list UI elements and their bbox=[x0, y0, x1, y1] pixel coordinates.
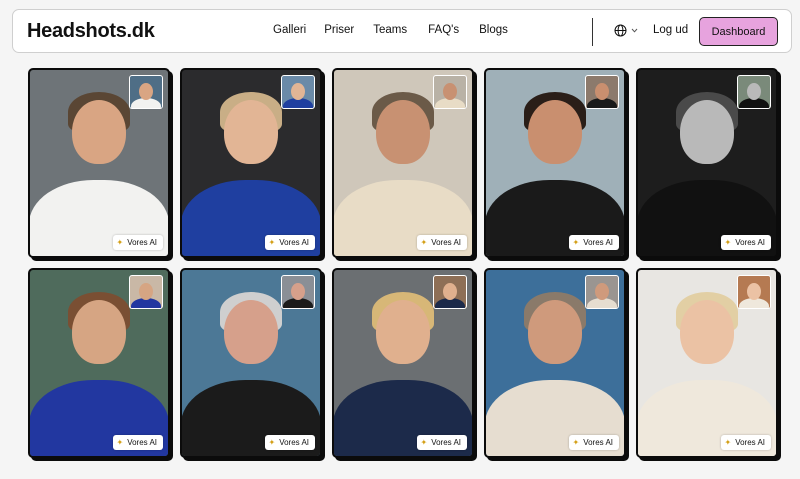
ai-badge: ✦ Vores AI bbox=[568, 435, 619, 450]
portrait-face bbox=[224, 300, 278, 364]
headshot-card[interactable]: ✦ Vores AI bbox=[28, 68, 170, 258]
sparkle-icon: ✦ bbox=[116, 437, 124, 447]
portrait-face bbox=[528, 300, 582, 364]
thumbnail-face bbox=[595, 83, 609, 100]
headshot-gallery: ✦ Vores AI ✦ Vores AI ✦ Vores AI ✦ Vores AI ✦ Vor… bbox=[0, 0, 800, 479]
thumbnail-face bbox=[747, 83, 761, 100]
portrait-face bbox=[72, 100, 126, 164]
ai-badge-label: Vores AI bbox=[431, 438, 461, 447]
ai-badge: ✦ Vores AI bbox=[720, 235, 771, 250]
headshot-card[interactable]: ✦ Vores AI bbox=[180, 268, 322, 458]
original-photo-thumbnail bbox=[433, 75, 467, 109]
ai-badge: ✦ Vores AI bbox=[416, 235, 467, 250]
ai-badge-label: Vores AI bbox=[279, 238, 309, 247]
original-photo-thumbnail bbox=[585, 275, 619, 309]
original-photo-thumbnail bbox=[129, 275, 163, 309]
portrait-face bbox=[224, 100, 278, 164]
ai-badge-label: Vores AI bbox=[583, 438, 613, 447]
ai-badge: ✦ Vores AI bbox=[568, 235, 619, 250]
portrait-face bbox=[680, 100, 734, 164]
sparkle-icon: ✦ bbox=[572, 237, 580, 247]
headshot-card[interactable]: ✦ Vores AI bbox=[28, 268, 170, 458]
headshot-card[interactable]: ✦ Vores AI bbox=[332, 68, 474, 258]
thumbnail-face bbox=[291, 283, 305, 300]
thumbnail-face bbox=[747, 283, 761, 300]
original-photo-thumbnail bbox=[281, 75, 315, 109]
original-photo-thumbnail bbox=[433, 275, 467, 309]
ai-badge: ✦ Vores AI bbox=[264, 235, 315, 250]
portrait-face bbox=[376, 300, 430, 364]
ai-badge: ✦ Vores AI bbox=[720, 435, 771, 450]
original-photo-thumbnail bbox=[129, 75, 163, 109]
headshot-card[interactable]: ✦ Vores AI bbox=[636, 68, 778, 258]
sparkle-icon: ✦ bbox=[268, 437, 276, 447]
sparkle-icon: ✦ bbox=[116, 237, 124, 247]
portrait-face bbox=[528, 100, 582, 164]
ai-badge: ✦ Vores AI bbox=[112, 435, 163, 450]
ai-badge-label: Vores AI bbox=[431, 238, 461, 247]
portrait-face bbox=[376, 100, 430, 164]
ai-badge-label: Vores AI bbox=[127, 438, 157, 447]
headshot-card[interactable]: ✦ Vores AI bbox=[484, 68, 626, 258]
sparkle-icon: ✦ bbox=[572, 437, 580, 447]
original-photo-thumbnail bbox=[737, 275, 771, 309]
original-photo-thumbnail bbox=[737, 75, 771, 109]
thumbnail-face bbox=[139, 283, 153, 300]
sparkle-icon: ✦ bbox=[724, 437, 732, 447]
ai-badge: ✦ Vores AI bbox=[416, 435, 467, 450]
headshot-card[interactable]: ✦ Vores AI bbox=[332, 268, 474, 458]
portrait-face bbox=[72, 300, 126, 364]
headshot-card[interactable]: ✦ Vores AI bbox=[636, 268, 778, 458]
ai-badge-label: Vores AI bbox=[279, 438, 309, 447]
sparkle-icon: ✦ bbox=[724, 237, 732, 247]
thumbnail-face bbox=[291, 83, 305, 100]
thumbnail-face bbox=[595, 283, 609, 300]
original-photo-thumbnail bbox=[281, 275, 315, 309]
ai-badge-label: Vores AI bbox=[127, 238, 157, 247]
thumbnail-face bbox=[443, 83, 457, 100]
ai-badge-label: Vores AI bbox=[735, 438, 765, 447]
thumbnail-face bbox=[443, 283, 457, 300]
portrait-face bbox=[680, 300, 734, 364]
sparkle-icon: ✦ bbox=[420, 237, 428, 247]
ai-badge: ✦ Vores AI bbox=[264, 435, 315, 450]
thumbnail-face bbox=[139, 83, 153, 100]
ai-badge-label: Vores AI bbox=[583, 238, 613, 247]
sparkle-icon: ✦ bbox=[268, 237, 276, 247]
sparkle-icon: ✦ bbox=[420, 437, 428, 447]
ai-badge: ✦ Vores AI bbox=[112, 235, 163, 250]
headshot-card[interactable]: ✦ Vores AI bbox=[484, 268, 626, 458]
original-photo-thumbnail bbox=[585, 75, 619, 109]
headshot-card[interactable]: ✦ Vores AI bbox=[180, 68, 322, 258]
ai-badge-label: Vores AI bbox=[735, 238, 765, 247]
